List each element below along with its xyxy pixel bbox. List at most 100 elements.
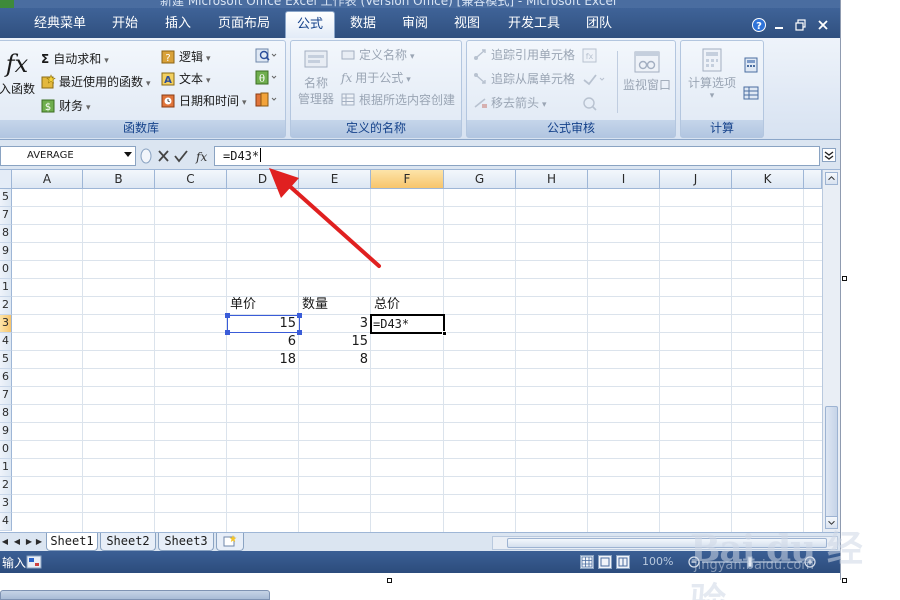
macro-record-icon[interactable] bbox=[26, 555, 42, 569]
insert-sheet-button[interactable] bbox=[216, 533, 244, 551]
row-header[interactable]: 4 bbox=[0, 513, 12, 531]
cell-e44[interactable]: 15 bbox=[299, 333, 371, 351]
reference-handle[interactable] bbox=[225, 313, 230, 318]
column-header-h[interactable]: H bbox=[516, 170, 588, 189]
name-box[interactable]: AVERAGE bbox=[0, 146, 136, 166]
cell-f42[interactable]: 总价 bbox=[371, 296, 444, 314]
vertical-scrollbar[interactable] bbox=[822, 170, 840, 532]
worksheet-grid[interactable]: A B C D E F G H I J K 5 7 8 9 0 1 2 3 4 … bbox=[0, 170, 822, 532]
cell-e43[interactable]: 3 bbox=[299, 315, 371, 333]
more-functions-icon[interactable] bbox=[255, 91, 277, 109]
financial-button[interactable]: $ 财务 ▾ bbox=[41, 96, 91, 116]
fill-handle[interactable] bbox=[442, 331, 447, 336]
tab-formulas[interactable]: 公式 bbox=[285, 11, 335, 38]
scroll-up-button[interactable] bbox=[825, 172, 838, 185]
row-header[interactable]: 0 bbox=[0, 261, 12, 279]
row-header[interactable]: 6 bbox=[0, 369, 12, 387]
expand-formula-bar-button[interactable] bbox=[822, 148, 836, 162]
row-header[interactable]: 5 bbox=[0, 189, 12, 207]
lookup-reference-icon[interactable] bbox=[255, 47, 277, 65]
chevron-down-icon[interactable] bbox=[124, 152, 132, 157]
row-header[interactable]: 7 bbox=[0, 207, 12, 225]
create-from-selection-button[interactable]: 根据所选内容创建 bbox=[341, 90, 455, 110]
active-cell-f43[interactable]: =D43* bbox=[370, 314, 447, 336]
row-header[interactable]: 1 bbox=[0, 279, 12, 297]
row-header[interactable]: 2 bbox=[0, 297, 12, 315]
reference-handle[interactable] bbox=[297, 313, 302, 318]
cell-d44[interactable]: 6 bbox=[227, 333, 299, 351]
reference-handle[interactable] bbox=[225, 330, 230, 335]
cell-e42[interactable]: 数量 bbox=[299, 296, 371, 314]
show-formulas-icon[interactable]: fx bbox=[581, 47, 599, 65]
remove-arrows-button[interactable]: 移去箭头 ▾ bbox=[473, 93, 547, 113]
tab-insert[interactable]: 插入 bbox=[152, 11, 204, 38]
column-header-c[interactable]: C bbox=[155, 170, 227, 189]
restore-icon[interactable] bbox=[794, 18, 808, 32]
taskbar-button[interactable] bbox=[0, 590, 270, 600]
tab-classic-menu[interactable]: 经典菜单 bbox=[22, 11, 98, 38]
trace-precedents-button[interactable]: 追踪引用单元格 bbox=[473, 45, 575, 65]
last-sheet-icon[interactable]: ▶ bbox=[34, 536, 44, 548]
math-trig-icon[interactable]: θ bbox=[255, 69, 277, 87]
select-all-corner[interactable] bbox=[0, 170, 12, 189]
autosum-button[interactable]: Σ 自动求和 ▾ bbox=[41, 49, 109, 69]
define-name-button[interactable]: 定义名称 ▾ bbox=[341, 45, 415, 65]
error-checking-icon[interactable] bbox=[581, 71, 607, 89]
row-header[interactable]: 9 bbox=[0, 243, 12, 261]
resize-handle[interactable] bbox=[842, 276, 847, 281]
calculate-sheet-icon[interactable] bbox=[743, 85, 759, 101]
row-header[interactable]: 9 bbox=[0, 423, 12, 441]
page-layout-view-button[interactable] bbox=[598, 555, 612, 569]
calculation-options-button[interactable]: 计算选项 ▾ bbox=[683, 47, 741, 101]
reference-handle[interactable] bbox=[297, 330, 302, 335]
row-header[interactable]: 1 bbox=[0, 459, 12, 477]
zoom-level[interactable]: 100% bbox=[642, 555, 673, 568]
resize-handle[interactable] bbox=[387, 578, 392, 583]
page-break-view-button[interactable] bbox=[616, 555, 630, 569]
evaluate-formula-icon[interactable] bbox=[581, 95, 599, 113]
tab-review[interactable]: 审阅 bbox=[392, 11, 438, 38]
tab-developer[interactable]: 开发工具 bbox=[498, 11, 570, 38]
recent-functions-button[interactable]: 最近使用的函数 ▾ bbox=[41, 72, 151, 92]
column-header-i[interactable]: I bbox=[588, 170, 660, 189]
next-sheet-icon[interactable]: ▶ bbox=[24, 536, 34, 548]
cell-d42[interactable]: 单价 bbox=[227, 296, 299, 314]
cell-d45[interactable]: 18 bbox=[227, 351, 299, 369]
datetime-button[interactable]: 日期和时间 ▾ bbox=[161, 91, 247, 111]
tab-team[interactable]: 团队 bbox=[576, 11, 622, 38]
trace-dependents-button[interactable]: 追踪从属单元格 bbox=[473, 69, 575, 89]
column-header-a[interactable]: A bbox=[12, 170, 83, 189]
prev-sheet-icon[interactable]: ◀ bbox=[12, 536, 22, 548]
row-header[interactable]: 8 bbox=[0, 225, 12, 243]
close-icon[interactable] bbox=[816, 18, 830, 32]
tab-data[interactable]: 数据 bbox=[339, 11, 387, 38]
help-icon[interactable]: ? bbox=[752, 18, 766, 32]
tab-view[interactable]: 视图 bbox=[444, 11, 490, 38]
text-functions-button[interactable]: A 文本 ▾ bbox=[161, 69, 211, 89]
column-header-j[interactable]: J bbox=[660, 170, 732, 189]
tab-home[interactable]: 开始 bbox=[102, 11, 148, 38]
column-header-g[interactable]: G bbox=[444, 170, 516, 189]
row-header[interactable]: 3 bbox=[0, 495, 12, 513]
sheet-tab-sheet2[interactable]: Sheet2 bbox=[100, 533, 156, 551]
sheet-tab-sheet1[interactable]: Sheet1 bbox=[46, 533, 98, 551]
tab-page-layout[interactable]: 页面布局 bbox=[208, 11, 280, 38]
insert-function-button[interactable]: fx 入函数 bbox=[0, 47, 37, 97]
minimize-icon[interactable] bbox=[772, 18, 786, 32]
row-header[interactable]: 0 bbox=[0, 441, 12, 459]
use-in-formula-button[interactable]: fx 用于公式 ▾ bbox=[341, 68, 411, 88]
first-sheet-icon[interactable]: ◀ bbox=[0, 536, 10, 548]
name-manager-button[interactable]: 名称 管理器 bbox=[293, 47, 339, 107]
row-header[interactable]: 5 bbox=[0, 351, 12, 369]
cell-e45[interactable]: 8 bbox=[299, 351, 371, 369]
row-header[interactable]: 4 bbox=[0, 333, 12, 351]
row-header-selected[interactable]: 3 bbox=[0, 315, 12, 333]
column-header-b[interactable]: B bbox=[83, 170, 155, 189]
row-header[interactable]: 8 bbox=[0, 405, 12, 423]
row-header[interactable]: 7 bbox=[0, 387, 12, 405]
watch-window-button[interactable]: 监视窗口 bbox=[619, 49, 675, 93]
logical-button[interactable]: ? 逻辑 ▾ bbox=[161, 47, 211, 67]
normal-view-button[interactable] bbox=[580, 555, 594, 569]
column-header-k[interactable]: K bbox=[732, 170, 804, 189]
calculate-now-icon[interactable] bbox=[743, 57, 759, 73]
